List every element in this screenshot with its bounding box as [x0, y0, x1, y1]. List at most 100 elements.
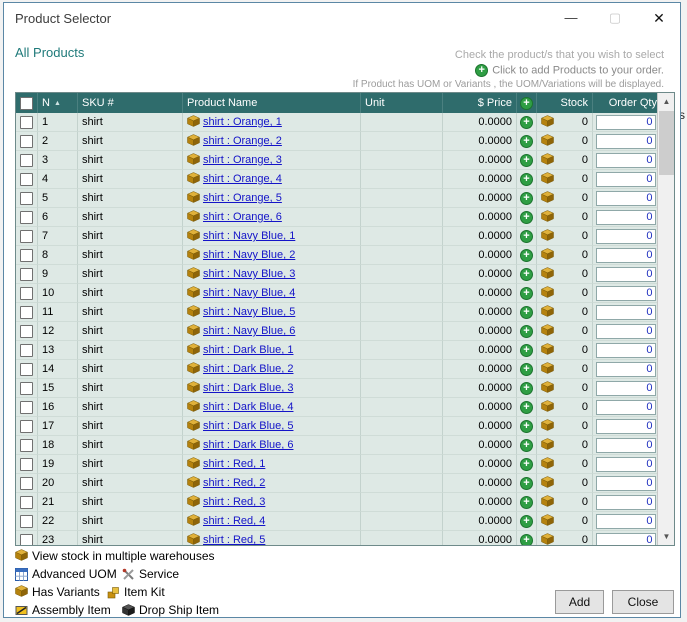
- add-to-order-icon[interactable]: +: [520, 306, 533, 319]
- warehouse-stock-icon[interactable]: [541, 305, 557, 320]
- order-qty-input[interactable]: [596, 514, 656, 529]
- product-link[interactable]: shirt : Navy Blue, 1: [203, 230, 295, 242]
- order-qty-input[interactable]: [596, 267, 656, 282]
- row-checkbox[interactable]: [20, 496, 33, 509]
- warehouse-stock-icon[interactable]: [541, 324, 557, 339]
- product-link[interactable]: shirt : Navy Blue, 4: [203, 287, 295, 299]
- row-checkbox[interactable]: [20, 534, 33, 547]
- order-qty-input[interactable]: [596, 305, 656, 320]
- row-checkbox[interactable]: [20, 211, 33, 224]
- warehouse-stock-icon[interactable]: [541, 514, 557, 529]
- order-qty-input[interactable]: [596, 153, 656, 168]
- maximize-button[interactable]: ▢: [600, 6, 630, 30]
- row-checkbox[interactable]: [20, 363, 33, 376]
- order-qty-input[interactable]: [596, 343, 656, 358]
- product-link[interactable]: shirt : Orange, 6: [203, 211, 282, 223]
- product-link[interactable]: shirt : Dark Blue, 4: [203, 401, 293, 413]
- add-to-order-icon[interactable]: +: [520, 211, 533, 224]
- row-checkbox[interactable]: [20, 173, 33, 186]
- warehouse-stock-icon[interactable]: [541, 115, 557, 130]
- select-all-checkbox[interactable]: [20, 97, 33, 110]
- warehouse-stock-icon[interactable]: [541, 210, 557, 225]
- order-qty-input[interactable]: [596, 229, 656, 244]
- product-link[interactable]: shirt : Dark Blue, 1: [203, 344, 293, 356]
- row-checkbox[interactable]: [20, 249, 33, 262]
- add-to-order-icon[interactable]: +: [520, 325, 533, 338]
- add-to-order-icon[interactable]: +: [520, 439, 533, 452]
- row-checkbox[interactable]: [20, 477, 33, 490]
- order-qty-input[interactable]: [596, 134, 656, 149]
- product-link[interactable]: shirt : Navy Blue, 6: [203, 325, 295, 337]
- add-to-order-icon[interactable]: +: [520, 116, 533, 129]
- add-to-order-icon[interactable]: +: [520, 534, 533, 547]
- order-qty-input[interactable]: [596, 495, 656, 510]
- product-link[interactable]: shirt : Dark Blue, 2: [203, 363, 293, 375]
- row-checkbox[interactable]: [20, 344, 33, 357]
- warehouse-stock-icon[interactable]: [541, 362, 557, 377]
- order-qty-input[interactable]: [596, 400, 656, 415]
- add-to-order-icon[interactable]: +: [520, 382, 533, 395]
- add-to-order-icon[interactable]: +: [520, 458, 533, 471]
- row-checkbox[interactable]: [20, 382, 33, 395]
- col-header-product-name[interactable]: Product Name: [183, 93, 361, 113]
- add-to-order-icon[interactable]: +: [520, 192, 533, 205]
- add-to-order-icon[interactable]: +: [520, 154, 533, 167]
- add-to-order-icon[interactable]: +: [520, 363, 533, 376]
- col-header-order-qty[interactable]: Order Qty: [593, 93, 659, 113]
- warehouse-stock-icon[interactable]: [541, 172, 557, 187]
- scrollbar-thumb[interactable]: [659, 111, 674, 175]
- warehouse-stock-icon[interactable]: [541, 438, 557, 453]
- row-checkbox[interactable]: [20, 306, 33, 319]
- row-checkbox[interactable]: [20, 325, 33, 338]
- order-qty-input[interactable]: [596, 172, 656, 187]
- warehouse-stock-icon[interactable]: [541, 476, 557, 491]
- product-link[interactable]: shirt : Navy Blue, 2: [203, 249, 295, 261]
- order-qty-input[interactable]: [596, 419, 656, 434]
- product-link[interactable]: shirt : Red, 4: [203, 515, 265, 527]
- product-link[interactable]: shirt : Red, 1: [203, 458, 265, 470]
- order-qty-input[interactable]: [596, 324, 656, 339]
- col-header-price[interactable]: $ Price: [443, 93, 517, 113]
- warehouse-stock-icon[interactable]: [541, 286, 557, 301]
- warehouse-stock-icon[interactable]: [541, 134, 557, 149]
- add-to-order-icon[interactable]: +: [520, 287, 533, 300]
- row-checkbox[interactable]: [20, 420, 33, 433]
- add-to-order-icon[interactable]: +: [520, 249, 533, 262]
- product-link[interactable]: shirt : Orange, 3: [203, 154, 282, 166]
- row-checkbox[interactable]: [20, 439, 33, 452]
- col-header-stock[interactable]: Stock: [537, 93, 593, 113]
- add-to-order-icon[interactable]: +: [520, 230, 533, 243]
- scroll-down-icon[interactable]: ▼: [658, 528, 675, 545]
- row-checkbox[interactable]: [20, 135, 33, 148]
- row-checkbox[interactable]: [20, 515, 33, 528]
- order-qty-input[interactable]: [596, 248, 656, 263]
- row-checkbox[interactable]: [20, 401, 33, 414]
- col-header-sku[interactable]: SKU #: [78, 93, 183, 113]
- add-to-order-icon[interactable]: +: [520, 420, 533, 433]
- product-link[interactable]: shirt : Orange, 5: [203, 192, 282, 204]
- warehouse-stock-icon[interactable]: [541, 343, 557, 358]
- add-to-order-icon[interactable]: +: [520, 401, 533, 414]
- all-products-link[interactable]: All Products: [15, 45, 84, 60]
- scroll-up-icon[interactable]: ▲: [658, 93, 675, 110]
- warehouse-stock-icon[interactable]: [541, 533, 557, 547]
- warehouse-stock-icon[interactable]: [541, 191, 557, 206]
- add-to-order-icon[interactable]: +: [520, 268, 533, 281]
- add-to-order-icon[interactable]: +: [520, 515, 533, 528]
- warehouse-stock-icon[interactable]: [541, 381, 557, 396]
- warehouse-stock-icon[interactable]: [541, 457, 557, 472]
- product-link[interactable]: shirt : Dark Blue, 3: [203, 382, 293, 394]
- add-to-order-icon[interactable]: +: [520, 173, 533, 186]
- row-checkbox[interactable]: [20, 192, 33, 205]
- col-header-unit[interactable]: Unit: [361, 93, 443, 113]
- col-header-n[interactable]: N ▲: [38, 93, 78, 113]
- order-qty-input[interactable]: [596, 438, 656, 453]
- product-link[interactable]: shirt : Red, 2: [203, 477, 265, 489]
- product-link[interactable]: shirt : Navy Blue, 5: [203, 306, 295, 318]
- minimize-button[interactable]: —: [556, 6, 586, 30]
- row-checkbox[interactable]: [20, 116, 33, 129]
- product-link[interactable]: shirt : Orange, 2: [203, 135, 282, 147]
- order-qty-input[interactable]: [596, 457, 656, 472]
- product-link[interactable]: shirt : Dark Blue, 6: [203, 439, 293, 451]
- warehouse-stock-icon[interactable]: [541, 229, 557, 244]
